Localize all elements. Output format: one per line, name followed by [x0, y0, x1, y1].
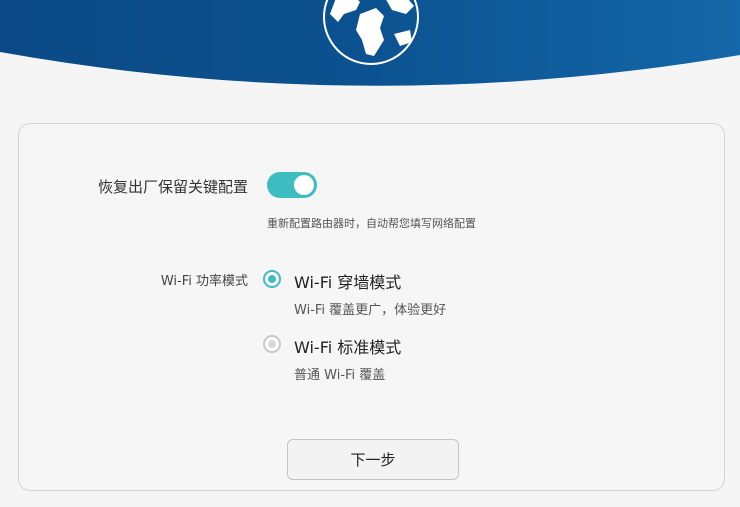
- restore-key-config-toggle[interactable]: [267, 172, 317, 198]
- radio-selected-dot: [268, 275, 276, 283]
- toggle-knob: [294, 175, 314, 195]
- setup-page: 恢复出厂保留关键配置 重新配置路由器时，自动帮您填写网络配置 Wi-Fi 功率模…: [0, 0, 740, 507]
- header-banner: [0, 0, 740, 86]
- settings-card: 恢复出厂保留关键配置 重新配置路由器时，自动帮您填写网络配置 Wi-Fi 功率模…: [18, 123, 725, 491]
- restore-key-config-label: 恢复出厂保留关键配置: [97, 178, 248, 196]
- wifi-power-mode-label: Wi-Fi 功率模式: [160, 274, 248, 289]
- wifi-mode-standard-desc: 普通 Wi-Fi 覆盖: [294, 368, 386, 383]
- wifi-mode-wall-radio[interactable]: [263, 270, 281, 288]
- wifi-mode-standard-title[interactable]: Wi-Fi 标准模式: [294, 334, 401, 358]
- wifi-mode-standard-radio[interactable]: [263, 335, 281, 353]
- radio-unselected-dot: [268, 340, 276, 348]
- wifi-mode-wall-title[interactable]: Wi-Fi 穿墙模式: [294, 269, 401, 293]
- wifi-mode-wall-desc: Wi-Fi 覆盖更广，体验更好: [294, 303, 447, 318]
- next-step-button[interactable]: 下一步: [287, 439, 459, 480]
- restore-key-config-hint: 重新配置路由器时，自动帮您填写网络配置: [267, 217, 476, 230]
